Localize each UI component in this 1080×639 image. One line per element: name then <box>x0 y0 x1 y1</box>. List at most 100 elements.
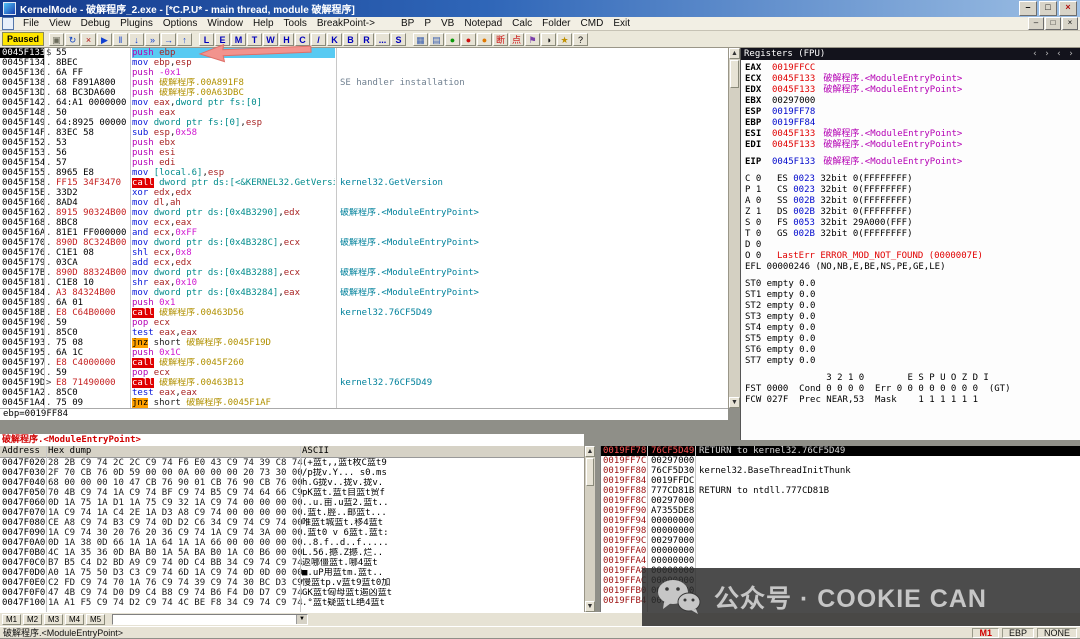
register-row[interactable]: EBX00297000 <box>745 96 1080 107</box>
stack-row[interactable]: 0019FF90A7355DE8 <box>601 506 1080 516</box>
menu-item-notepad[interactable]: Notepad <box>459 18 507 29</box>
disasm-row[interactable]: 0045F170.890D 8C324B00mov dword ptr ds:[… <box>0 238 728 248</box>
register-row[interactable]: ESP0019FF78 <box>745 107 1080 118</box>
flag-row[interactable]: O 0LastErr ERROR_MOD_NOT_FOUND (0000007E… <box>745 251 1080 262</box>
stack-row[interactable]: 0019FF8C00297000 <box>601 496 1080 506</box>
scroll-up-icon[interactable]: ▲ <box>729 48 740 59</box>
child-restore-button[interactable]: □ <box>1045 17 1061 30</box>
yin-yang-icon[interactable]: ◑ <box>541 33 556 46</box>
disasm-row[interactable]: 0045F191.85C0test eax,eax <box>0 328 728 338</box>
dump-row[interactable]: 0047F1001A A1 F5 C9 74 D2 C9 74 4C BE F8… <box>0 598 584 608</box>
command-input[interactable]: ▼ <box>112 614 308 625</box>
chevron-down-icon[interactable]: ▼ <box>296 615 307 624</box>
registers-pane[interactable]: Registers (FPU) ‹›‹› EAX0019FFCCECX0045F… <box>740 48 1080 440</box>
scroll-up-icon[interactable]: ▲ <box>585 446 595 457</box>
memory-dump-pane[interactable]: Address Hex dump ASCII 0047F02028 2B C9 … <box>0 446 584 612</box>
step-into-button[interactable]: ↓ <box>129 33 144 46</box>
breakpoint-cn-icon[interactable]: 断 <box>493 33 508 46</box>
disasm-row[interactable]: 0045F19C.59pop ecx <box>0 368 728 378</box>
window-button-s[interactable]: S <box>391 33 406 46</box>
dump-row[interactable]: 0047F0B04C 1A 35 36 0D BA B0 1A 5A BA B0… <box>0 548 584 558</box>
dump-row[interactable]: 0047F0A00D 1A 38 0D 66 1A 1A 64 1A 1A 66… <box>0 538 584 548</box>
disasm-row[interactable]: 0045F158.FF15 34F3470call dword ptr ds:[… <box>0 178 728 188</box>
dump-row[interactable]: 0047F0600D 1A 75 1A D1 1A 75 C9 32 1A C9… <box>0 498 584 508</box>
disassembly-scrollbar[interactable]: ▲ ▼ <box>728 48 740 408</box>
dump-row[interactable]: 0047F0F047 4B C9 74 D0 D9 C4 B8 C9 74 B6… <box>0 588 584 598</box>
flag-icon[interactable]: ⚑ <box>525 33 540 46</box>
menu-item-options[interactable]: Options <box>158 18 202 29</box>
disasm-row[interactable]: 0045F195.6A 1Cpush 0x1C <box>0 348 728 358</box>
close-program-button[interactable]: × <box>81 33 96 46</box>
disasm-row[interactable]: 0045F189.6A 01push 0x1 <box>0 298 728 308</box>
disasm-row[interactable]: 0045F15E.33D2xor edx,edx <box>0 188 728 198</box>
disasm-row[interactable]: 0045F162.8915 90324B00mov dword ptr ds:[… <box>0 208 728 218</box>
dump-row[interactable]: 0047F0901A C9 74 30 20 76 20 36 C9 74 1A… <box>0 528 584 538</box>
stack-row[interactable]: 0019FF9400000000 <box>601 516 1080 526</box>
menu-item-p[interactable]: P <box>419 18 436 29</box>
flag-row[interactable]: S 0FS 0053 32bit 29A000(FFF) <box>745 218 1080 229</box>
stack-row[interactable]: 0019FF840019FFDC <box>601 476 1080 486</box>
memory-view-icon[interactable]: ▤ <box>429 33 444 46</box>
disasm-row[interactable]: 0045F136.6A FFpush -0x1 <box>0 68 728 78</box>
dump-row[interactable]: 0047F0302F 70 CB 76 0D 59 00 00 0A 00 00… <box>0 468 584 478</box>
dump-row[interactable]: 0047F05070 4B C9 74 1A C9 74 BF C9 74 B5… <box>0 488 584 498</box>
register-row[interactable]: EDX0045F133破解程序.<ModuleEntryPoint> <box>745 85 1080 96</box>
memory-tab-m1[interactable]: M1 <box>2 614 21 625</box>
disasm-row[interactable]: 0045F19D>E8 71490000call 破解程序.00463B13ke… <box>0 378 728 388</box>
menu-item-help[interactable]: Help <box>248 18 279 29</box>
dump-row[interactable]: 0047F0E0C2 FD C9 74 70 1A 76 C9 74 39 C9… <box>0 578 584 588</box>
menu-item-plugins[interactable]: Plugins <box>115 18 158 29</box>
led-orange-icon[interactable]: ● <box>477 33 492 46</box>
flag-row[interactable]: D 0 <box>745 240 1080 251</box>
disasm-row[interactable]: 0045F16A.81E1 FF000000and ecx,0xFF <box>0 228 728 238</box>
stack-row[interactable]: 0019FFA400000000 <box>601 556 1080 566</box>
window-button-b[interactable]: B <box>343 33 358 46</box>
scroll-down-icon[interactable]: ▼ <box>585 601 595 612</box>
disasm-row[interactable]: 0045F190.59pop ecx <box>0 318 728 328</box>
memory-tab-m5[interactable]: M5 <box>86 614 105 625</box>
child-close-button[interactable]: × <box>1062 17 1078 30</box>
led-red-icon[interactable]: ● <box>461 33 476 46</box>
menu-item-vb[interactable]: VB <box>436 18 459 29</box>
registers-scroll-1[interactable]: › <box>1041 49 1053 59</box>
menu-item-folder[interactable]: Folder <box>537 18 575 29</box>
breakpoint2-cn-icon[interactable]: 点 <box>509 33 524 46</box>
minimize-button[interactable]: – <box>1019 1 1037 16</box>
disasm-row[interactable]: 0045F181.C1E8 10shr eax,0x10 <box>0 278 728 288</box>
register-row[interactable]: ESI0045F133破解程序.<ModuleEntryPoint> <box>745 129 1080 140</box>
dump-row[interactable]: 0047F02028 2B C9 74 2C 2C C9 74 F6 E0 43… <box>0 458 584 468</box>
registers-scroll-0[interactable]: ‹ <box>1029 49 1041 59</box>
disasm-row[interactable]: 0045F184.A3 84324B00mov dword ptr ds:[0x… <box>0 288 728 298</box>
stack-row[interactable]: 0019FF9800000000 <box>601 526 1080 536</box>
dump-row[interactable]: 0047F04068 00 00 00 10 47 CB 76 90 01 CB… <box>0 478 584 488</box>
flag-row[interactable]: C 0ES 0023 32bit 0(FFFFFFFF) <box>745 174 1080 185</box>
memory-tab-m3[interactable]: M3 <box>44 614 63 625</box>
menu-item-debug[interactable]: Debug <box>76 18 115 29</box>
restart-button[interactable]: ↻ <box>65 33 80 46</box>
disasm-row[interactable]: 0045F148.50push eax <box>0 108 728 118</box>
menu-item-exit[interactable]: Exit <box>608 18 635 29</box>
stack-row[interactable]: 0019FF88777CD81BRETURN to ntdll.777CD81B <box>601 486 1080 496</box>
scroll-down-icon[interactable]: ▼ <box>729 397 740 408</box>
disasm-row[interactable]: 0045F179.03CAadd ecx,edx <box>0 258 728 268</box>
menu-item-tools[interactable]: Tools <box>279 18 312 29</box>
disasm-row[interactable]: 0045F160.8AD4mov dl,ah <box>0 198 728 208</box>
disasm-row[interactable]: 0045F193.75 08jnz short 破解程序.0045F19D <box>0 338 728 348</box>
run-button[interactable]: ▶ <box>97 33 112 46</box>
close-button[interactable]: × <box>1059 1 1077 16</box>
scrollbar-thumb[interactable] <box>586 458 594 486</box>
disasm-row[interactable]: 0045F153.56push esi <box>0 148 728 158</box>
dump-row[interactable]: 0047F0C0B7 B5 C4 D2 BD A9 C9 74 0D C4 BB… <box>0 558 584 568</box>
register-row[interactable]: ECX0045F133破解程序.<ModuleEntryPoint> <box>745 74 1080 85</box>
disasm-row[interactable]: 0045F1A2.85C0test eax,eax <box>0 388 728 398</box>
menu-item-cmd[interactable]: CMD <box>576 18 609 29</box>
register-row[interactable]: EDI0045F133破解程序.<ModuleEntryPoint> <box>745 140 1080 151</box>
window-button-item[interactable]: ... <box>375 33 390 46</box>
menu-item-view[interactable]: View <box>44 18 76 29</box>
disasm-row[interactable]: 0045F168.8BC8mov ecx,eax <box>0 218 728 228</box>
registers-scroll-3[interactable]: › <box>1065 49 1077 59</box>
dump-row[interactable]: 0047F0D0A0 1A 75 50 D3 C3 C9 74 6D 1A C9… <box>0 568 584 578</box>
menu-item-breakpoint[interactable]: BreakPoint-> <box>312 18 380 29</box>
menu-item-calc[interactable]: Calc <box>507 18 537 29</box>
memory-tab-m4[interactable]: M4 <box>65 614 84 625</box>
